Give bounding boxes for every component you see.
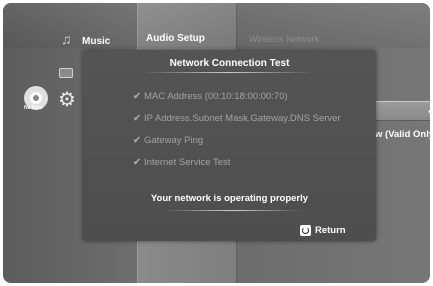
status-message: Your network is operating properly — [150, 193, 309, 204]
check-icon: ✔ — [133, 157, 141, 168]
status-divider — [163, 210, 303, 211]
photo-icon[interactable] — [59, 68, 73, 78]
check-icon: ✔ — [133, 135, 141, 146]
check-item-mac: ✔ MAC Address (00:10:18:00:00:70) — [133, 90, 341, 112]
check-item-gateway-ping: ✔ Gateway Ping — [133, 134, 341, 156]
check-label: IP Address.Subnet Mask.Gateway.DNS Serve… — [144, 113, 341, 124]
tv-menu-screen: ♫ Music Audio Setup Wireless Network ⚙ N… — [3, 3, 430, 283]
menu-item-audio-setup[interactable]: Audio Setup — [146, 33, 205, 44]
menu-item-wireless-network[interactable]: Wireless Network — [249, 34, 319, 44]
check-icon: ✔ — [133, 91, 141, 102]
check-label: Internet Service Test — [144, 157, 231, 168]
music-note-icon[interactable]: ♫ — [61, 31, 72, 47]
check-list: ✔ MAC Address (00:10:18:00:00:70) ✔ IP Add… — [133, 90, 341, 178]
no-disc-label: No Disc — [24, 105, 43, 111]
check-icon: ✔ — [133, 113, 141, 124]
gear-icon[interactable]: ⚙ — [58, 87, 76, 112]
selection-dot-icon: ● — [428, 107, 430, 116]
dialog-title: Network Connection Test — [169, 58, 290, 69]
network-test-dialog: Network Connection Test ✔ MAC Address (00… — [83, 50, 376, 241]
check-label: Gateway Ping — [144, 135, 204, 146]
return-icon — [300, 224, 311, 236]
valid-only-option[interactable]: w (Valid Only) — [375, 129, 430, 140]
check-item-internet: ✔ Internet Service Test — [133, 156, 341, 178]
check-label: MAC Address (00:10:18:00:00:70) — [144, 91, 288, 102]
menu-item-music[interactable]: Music — [82, 36, 110, 47]
return-label: Return — [315, 224, 346, 236]
title-divider — [143, 72, 313, 73]
check-item-ip: ✔ IP Address.Subnet Mask.Gateway.DNS Serv… — [133, 112, 341, 134]
return-button[interactable]: Return — [300, 224, 346, 236]
